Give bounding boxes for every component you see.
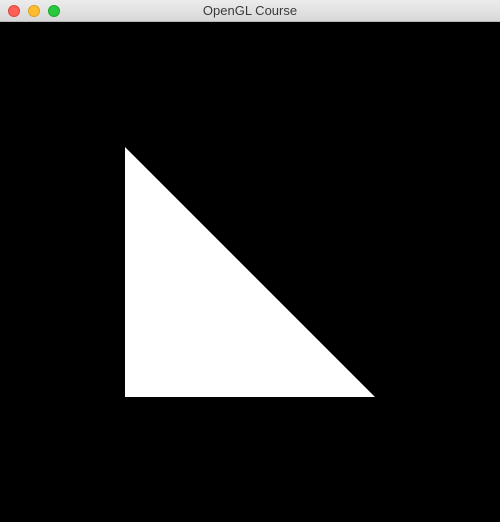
render-canvas <box>0 22 500 522</box>
window-title: OpenGL Course <box>202 3 298 18</box>
title-bar[interactable]: OpenGL Course <box>0 0 500 22</box>
app-window: OpenGL Course <box>0 0 500 522</box>
opengl-viewport[interactable] <box>0 22 500 522</box>
